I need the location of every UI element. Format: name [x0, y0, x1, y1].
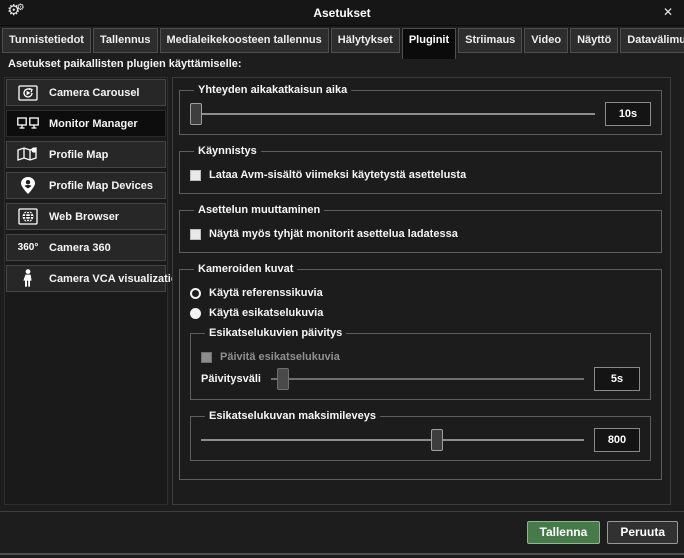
- group-legend: Käynnistys: [194, 145, 261, 157]
- sidebar-item-profile-map-devices[interactable]: Profile Map Devices: [6, 172, 166, 199]
- sidebar-item-profile-map[interactable]: Profile Map: [6, 141, 166, 168]
- sidebar-item-web-browser[interactable]: Web Browser: [6, 203, 166, 230]
- connection-timeout-slider[interactable]: [190, 102, 595, 126]
- plugin-settings-panel: Yhteyden aikakatkaisun aika 10s Käynnist…: [172, 77, 671, 505]
- window-title: Asetukset: [0, 6, 684, 20]
- tab-naytto[interactable]: Näyttö: [570, 28, 618, 53]
- sidebar-item-label: Profile Map Devices: [49, 180, 153, 192]
- update-interval-value[interactable]: 5s: [594, 367, 640, 391]
- group-legend: Kameroiden kuvat: [194, 263, 297, 275]
- gears-icon: ⚙⚙: [7, 1, 29, 20]
- group-legend: Asettelun muuttaminen: [194, 204, 324, 216]
- checkbox-load-avm-content[interactable]: Lataa Avm-sisältö viimeksi käytetystä as…: [190, 169, 651, 181]
- monitor-manager-icon: [16, 116, 40, 132]
- checkbox-label: Lataa Avm-sisältö viimeksi käytetystä as…: [209, 169, 466, 181]
- group-legend: Esikatselukuvien päivitys: [205, 327, 346, 339]
- radio-use-preview-images[interactable]: Käytä esikatselukuvia: [190, 307, 651, 319]
- sidebar-item-monitor-manager[interactable]: Monitor Manager: [6, 110, 166, 137]
- sidebar-item-label: Camera 360: [49, 242, 111, 254]
- max-width-value[interactable]: 800: [594, 428, 640, 452]
- profile-map-icon: [16, 146, 40, 163]
- tab-video[interactable]: Video: [524, 28, 568, 53]
- tab-tallennus[interactable]: Tallennus: [93, 28, 158, 53]
- save-button[interactable]: Tallenna: [527, 521, 601, 544]
- camera-carousel-icon: [16, 85, 40, 101]
- tab-datavalimuisti[interactable]: Datavälimuisti: [620, 28, 684, 53]
- checkbox-box: [201, 352, 212, 363]
- tab-pluginit[interactable]: Pluginit: [402, 28, 456, 59]
- radio-button[interactable]: [190, 308, 201, 319]
- web-browser-icon: [16, 208, 40, 225]
- group-layout-change: Asettelun muuttaminen Näytä myös tyhjät …: [179, 204, 662, 253]
- group-legend: Yhteyden aikakatkaisun aika: [194, 84, 351, 96]
- slider-track[interactable]: [190, 113, 595, 115]
- sidebar-item-label: Camera Carousel: [49, 87, 140, 99]
- tab-striimaus[interactable]: Striimaus: [458, 28, 522, 53]
- cancel-button[interactable]: Peruuta: [607, 521, 678, 544]
- update-interval-label: Päivitysväli: [201, 373, 261, 385]
- sidebar-item-label: Camera VCA visualization: [49, 273, 184, 285]
- plugin-sidebar: Camera Carousel Monitor Manager Profile …: [4, 77, 168, 505]
- checkbox-show-empty-monitors[interactable]: Näytä myös tyhjät monitorit asettelua la…: [190, 228, 651, 240]
- sidebar-item-camera-carousel[interactable]: Camera Carousel: [6, 79, 166, 106]
- checkbox-box[interactable]: [190, 229, 201, 240]
- footer: Tallenna Peruuta: [0, 511, 684, 552]
- checkbox-label: Päivitä esikatselukuvia: [220, 351, 340, 363]
- slider-thumb[interactable]: [190, 103, 202, 125]
- titlebar: ⚙⚙ Asetukset ✕: [0, 0, 684, 26]
- sidebar-item-camera-vca[interactable]: Camera VCA visualization: [6, 265, 166, 292]
- tab-medialeikekoosteen-tallennus[interactable]: Medialeikekoosteen tallennus: [160, 28, 329, 53]
- group-preview-max-width: Esikatselukuvan maksimileveys 800: [190, 410, 651, 461]
- sidebar-item-label: Web Browser: [49, 211, 119, 223]
- group-legend: Esikatselukuvan maksimileveys: [205, 410, 380, 422]
- sidebar-item-label: Monitor Manager: [49, 118, 138, 130]
- close-icon[interactable]: ✕: [660, 4, 676, 20]
- tab-tunnistetiedot[interactable]: Tunnistetiedot: [2, 28, 91, 53]
- tab-halytykset[interactable]: Hälytykset: [331, 28, 400, 53]
- radio-use-reference-images[interactable]: Käytä referenssikuvia: [190, 287, 651, 299]
- slider-track[interactable]: [201, 439, 584, 441]
- plugins-intro-label: Asetukset paikallisten plugien käyttämis…: [8, 58, 242, 70]
- checkbox-update-previews: Päivitä esikatselukuvia: [201, 351, 640, 363]
- group-camera-images: Kameroiden kuvat Käytä referenssikuvia K…: [179, 263, 662, 480]
- camera-360-icon: 360°: [16, 242, 40, 253]
- slider-thumb[interactable]: [431, 429, 443, 451]
- sidebar-item-camera-360[interactable]: 360° Camera 360: [6, 234, 166, 261]
- radio-button[interactable]: [190, 288, 201, 299]
- update-interval-slider: [271, 367, 584, 391]
- profile-map-devices-icon: [16, 176, 40, 195]
- sidebar-item-label: Profile Map: [49, 149, 108, 161]
- radio-label: Käytä referenssikuvia: [209, 287, 323, 299]
- checkbox-box[interactable]: [190, 170, 201, 181]
- max-width-slider[interactable]: [201, 428, 584, 452]
- slider-thumb: [277, 368, 289, 390]
- slider-track: [271, 378, 584, 380]
- checkbox-label: Näytä myös tyhjät monitorit asettelua la…: [209, 228, 458, 240]
- group-startup: Käynnistys Lataa Avm-sisältö viimeksi kä…: [179, 145, 662, 194]
- group-connection-timeout: Yhteyden aikakatkaisun aika 10s: [179, 84, 662, 135]
- connection-timeout-value[interactable]: 10s: [605, 102, 651, 126]
- window-bottom-edge: [0, 553, 684, 555]
- radio-label: Käytä esikatselukuvia: [209, 307, 323, 319]
- group-preview-update: Esikatselukuvien päivitys Päivitä esikat…: [190, 327, 651, 400]
- tab-bar: Tunnistetiedot Tallennus Medialeikekoost…: [0, 28, 684, 55]
- person-icon: [16, 269, 40, 288]
